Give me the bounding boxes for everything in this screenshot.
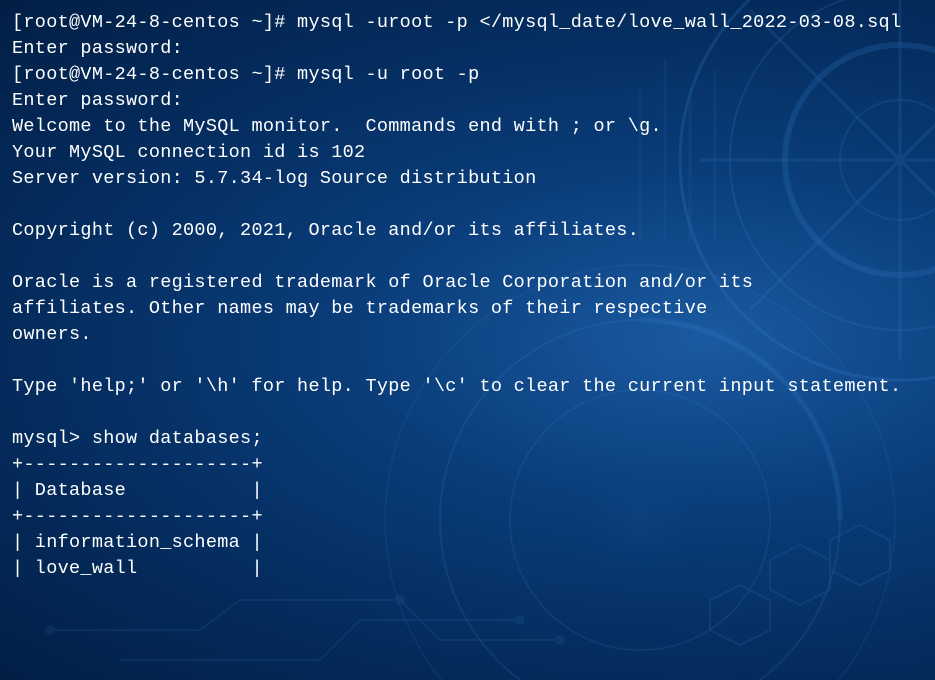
terminal-line: Your MySQL connection id is 102 <box>12 140 923 166</box>
terminal-line: | love_wall | <box>12 556 923 582</box>
terminal-line: mysql> show databases; <box>12 426 923 452</box>
terminal-line: [root@VM-24-8-centos ~]# mysql -u root -… <box>12 62 923 88</box>
terminal-line: +--------------------+ <box>12 452 923 478</box>
terminal-line: Oracle is a registered trademark of Orac… <box>12 270 923 296</box>
terminal-line: +--------------------+ <box>12 504 923 530</box>
terminal-line: Server version: 5.7.34-log Source distri… <box>12 166 923 192</box>
terminal-line: | Database | <box>12 478 923 504</box>
terminal-line: [root@VM-24-8-centos ~]# mysql -uroot -p… <box>12 10 923 36</box>
terminal-line: | information_schema | <box>12 530 923 556</box>
terminal-line: Welcome to the MySQL monitor. Commands e… <box>12 114 923 140</box>
terminal-line <box>12 400 923 426</box>
terminal-output[interactable]: [root@VM-24-8-centos ~]# mysql -uroot -p… <box>0 0 935 592</box>
terminal-line: affiliates. Other names may be trademark… <box>12 296 923 322</box>
terminal-line <box>12 192 923 218</box>
terminal-line <box>12 348 923 374</box>
terminal-line: Copyright (c) 2000, 2021, Oracle and/or … <box>12 218 923 244</box>
terminal-line: Enter password: <box>12 88 923 114</box>
terminal-line: owners. <box>12 322 923 348</box>
terminal-line: Type 'help;' or '\h' for help. Type '\c'… <box>12 374 923 400</box>
terminal-line: Enter password: <box>12 36 923 62</box>
terminal-line <box>12 244 923 270</box>
